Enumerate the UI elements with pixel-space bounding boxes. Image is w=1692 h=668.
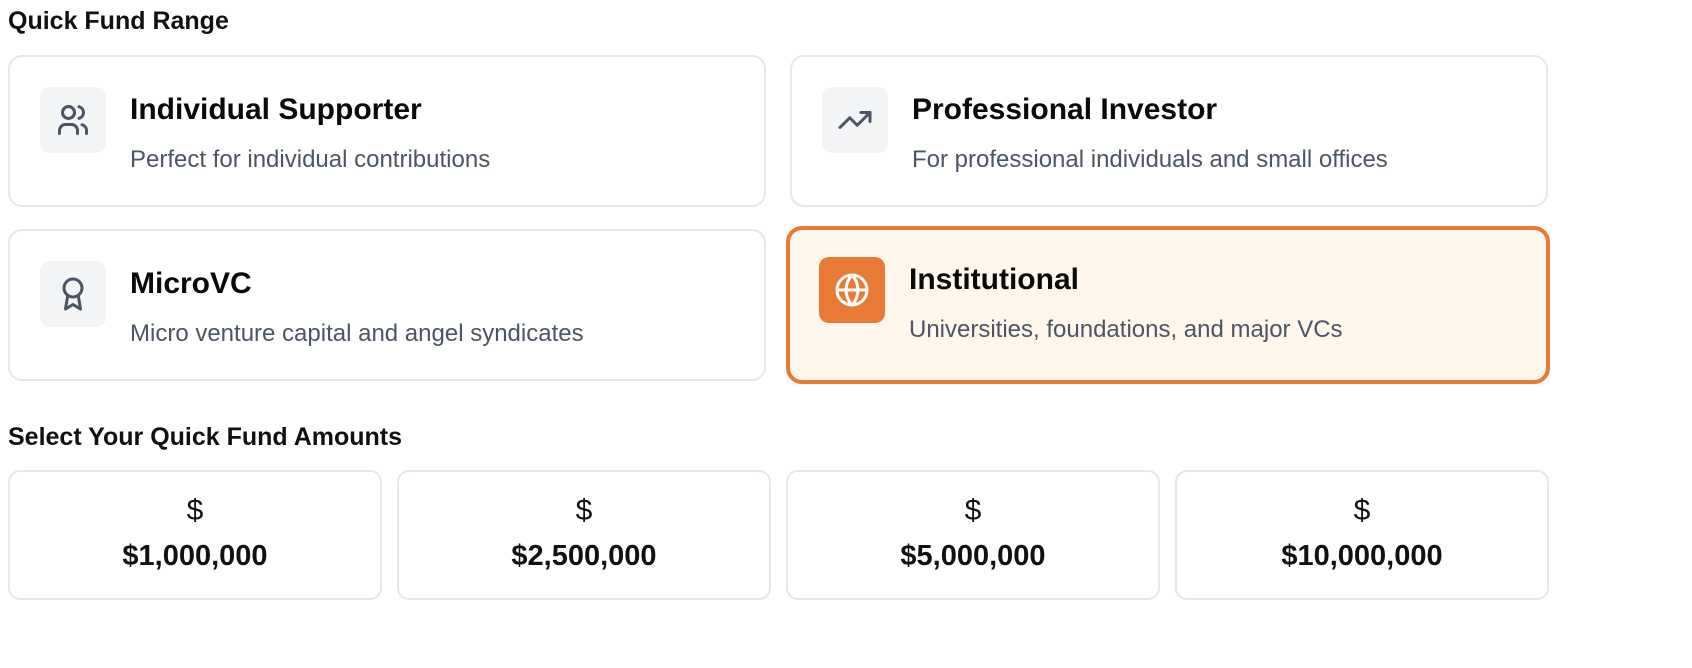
quick-fund-range-title: Quick Fund Range [8, 7, 229, 35]
amount-option-1m[interactable]: $ $1,000,000 [8, 470, 382, 600]
amount-value: $1,000,000 [122, 540, 268, 572]
amount-option-2-5m[interactable]: $ $2,500,000 [397, 470, 771, 600]
amount-option-10m[interactable]: $ $10,000,000 [1175, 470, 1549, 600]
range-option-individual-supporter[interactable]: Individual Supporter Perfect for individ… [8, 55, 766, 207]
range-option-microvc[interactable]: MicroVC Micro venture capital and angel … [8, 229, 766, 381]
range-option-description: For professional individuals and small o… [912, 146, 1388, 173]
range-option-institutional[interactable]: Institutional Universities, foundations,… [786, 226, 1550, 384]
range-option-title: Professional Investor [912, 93, 1218, 126]
award-icon [40, 261, 106, 327]
range-option-description: Micro venture capital and angel syndicat… [130, 320, 584, 347]
range-option-description: Universities, foundations, and major VCs [909, 316, 1343, 343]
dollar-icon: $ [964, 494, 982, 527]
dollar-icon: $ [1353, 494, 1371, 527]
amount-option-5m[interactable]: $ $5,000,000 [786, 470, 1160, 600]
amount-value: $5,000,000 [900, 540, 1046, 572]
users-icon [40, 87, 106, 153]
range-option-professional-investor[interactable]: Professional Investor For professional i… [790, 55, 1548, 207]
amount-value: $10,000,000 [1281, 540, 1443, 572]
dollar-icon: $ [186, 494, 204, 527]
range-option-title: MicroVC [130, 267, 252, 300]
range-option-description: Perfect for individual contributions [130, 146, 491, 173]
globe-icon [819, 257, 885, 323]
quick-fund-amounts-title: Select Your Quick Fund Amounts [8, 423, 403, 451]
range-option-title: Individual Supporter [130, 93, 422, 126]
dollar-icon: $ [575, 494, 593, 527]
trending-up-icon [822, 87, 888, 153]
range-option-title: Institutional [909, 263, 1079, 296]
amount-value: $2,500,000 [511, 540, 657, 572]
